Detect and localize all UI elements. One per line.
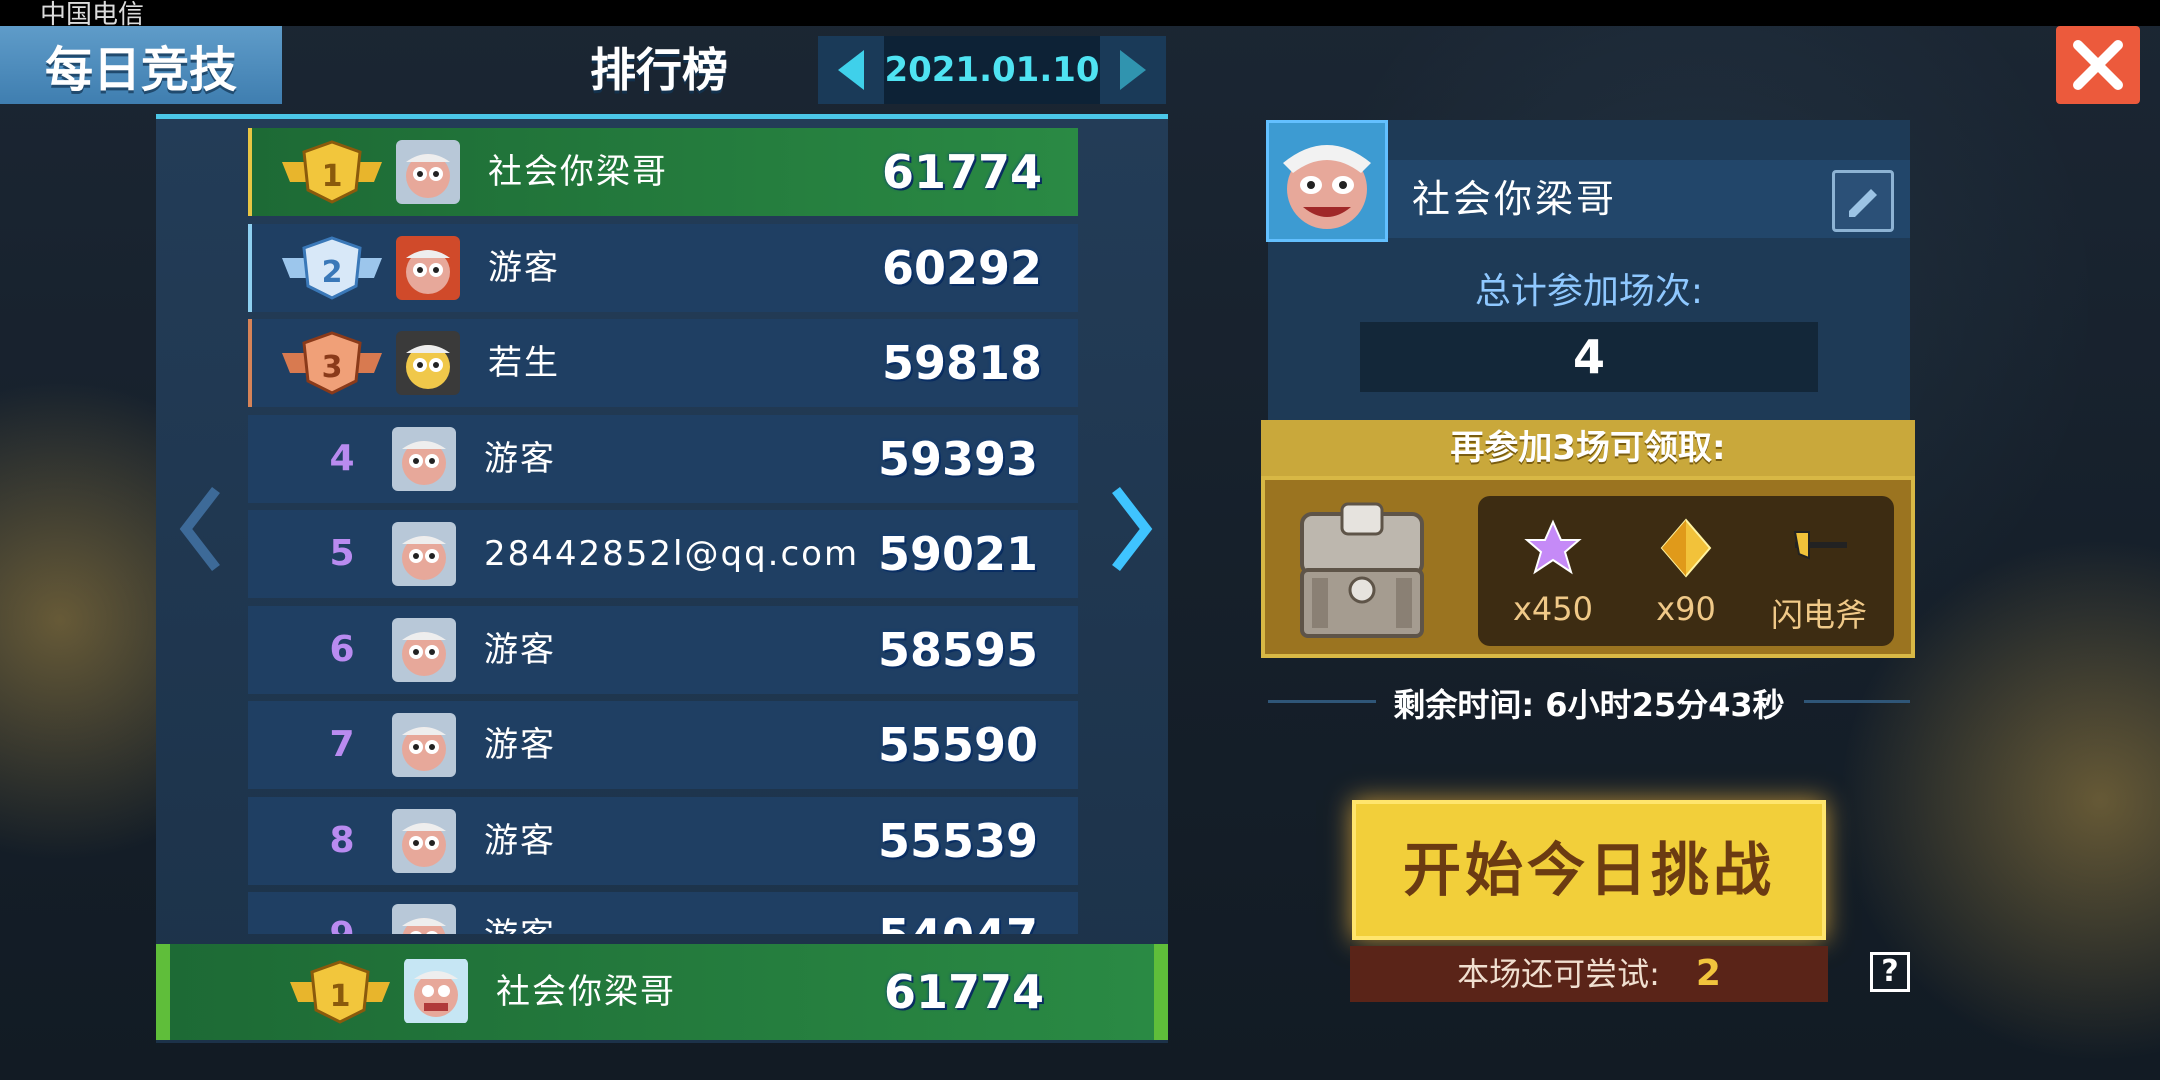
- treasure-chest-icon: [1300, 502, 1424, 638]
- player-score: 59393: [877, 431, 1038, 486]
- mode-tag: 每日竞技: [0, 26, 282, 104]
- bronze-medal-icon: 3: [282, 331, 382, 395]
- avatar: [396, 140, 460, 204]
- svg-text:2: 2: [322, 255, 343, 290]
- self-rank-row: 1 社会你梁哥 61774: [156, 944, 1168, 1040]
- profile-avatar: [1266, 120, 1388, 242]
- self-score: 61774: [883, 965, 1044, 1019]
- avatar: [392, 808, 456, 873]
- help-button[interactable]: ?: [1870, 952, 1910, 992]
- player-name: 游客: [484, 892, 556, 934]
- rank-number: 7: [329, 724, 355, 765]
- table-row[interactable]: 4 游客 59393: [248, 414, 1078, 503]
- svg-text:1: 1: [322, 159, 343, 194]
- svg-text:1: 1: [330, 979, 351, 1014]
- prev-page-arrow-icon[interactable]: [176, 484, 236, 574]
- table-row[interactable]: 2 游客 60292: [248, 223, 1078, 312]
- avatar: [396, 331, 460, 395]
- avatar: [392, 522, 456, 586]
- close-button[interactable]: [2056, 26, 2140, 104]
- remaining-time: 剩余时间: 6小时25分43秒: [1393, 686, 1785, 724]
- table-row[interactable]: 5 28442852l@qq.com 59021: [248, 510, 1078, 598]
- avatar: [396, 235, 460, 300]
- next-date-button[interactable]: [1100, 36, 1166, 104]
- self-player-name: 社会你梁哥: [496, 972, 676, 1012]
- rank-number: 6: [329, 628, 355, 670]
- table-row[interactable]: 3 若生 59818: [248, 319, 1078, 407]
- player-name: 若生: [488, 343, 560, 383]
- player-name: 游客: [488, 247, 560, 288]
- reward-item[interactable]: x90: [1621, 496, 1751, 646]
- player-score: 55539: [877, 813, 1038, 868]
- purple-star-icon: [1524, 519, 1582, 575]
- chevron-right-icon: [1120, 50, 1146, 90]
- date-navigator: 2021.01.10: [818, 36, 1166, 104]
- avatar: [392, 904, 456, 934]
- gold-crystal-icon: [1660, 518, 1712, 578]
- player-score: 58595: [877, 622, 1038, 677]
- avatar: [392, 617, 456, 682]
- gold-medal-icon: 1: [282, 140, 382, 204]
- silver-medal-icon: 2: [282, 235, 382, 300]
- avatar: [392, 713, 456, 777]
- svg-text:3: 3: [322, 350, 343, 385]
- player-score: 59021: [877, 527, 1038, 581]
- reward-items: x450 x90 闪电斧: [1478, 496, 1894, 646]
- player-name: 游客: [484, 438, 556, 479]
- start-challenge-button[interactable]: 开始今日挑战: [1352, 800, 1826, 940]
- page-title: 排行榜: [590, 43, 728, 97]
- rank-number: 9: [312, 892, 372, 934]
- table-row[interactable]: 9 游客 54047: [248, 892, 1078, 934]
- total-matches-label: 总计参加场次:: [1474, 271, 1704, 312]
- player-score: 59818: [881, 336, 1042, 390]
- leaderboard-list[interactable]: 1 社会你梁哥 61774 2 游客 60292 3 若生 59818 4 游客 59393 5 2844…: [248, 128, 1078, 934]
- player-name: 游客: [484, 820, 556, 861]
- total-matches-value: 4: [1360, 322, 1818, 392]
- pencil-icon: [1849, 189, 1877, 217]
- player-name: 社会你梁哥: [488, 152, 668, 192]
- gold-medal-icon: 1: [290, 960, 390, 1024]
- reward-item[interactable]: x450: [1488, 496, 1618, 646]
- rank-number: 5: [329, 533, 355, 574]
- player-score: 60292: [881, 240, 1042, 295]
- tries-value: 2: [1695, 953, 1721, 994]
- player-name: 游客: [484, 629, 556, 670]
- player-score: 54047: [878, 892, 1038, 934]
- close-icon: [2073, 40, 2123, 90]
- player-score: 61774: [881, 145, 1042, 199]
- player-score: 55590: [877, 718, 1038, 772]
- table-row[interactable]: 7 游客 55590: [248, 701, 1078, 789]
- avatar: [404, 958, 468, 1024]
- axe-icon: [1793, 531, 1847, 560]
- chevron-left-icon: [838, 50, 864, 90]
- reward-item[interactable]: 闪电斧: [1754, 496, 1884, 646]
- tries-label: 本场还可尝试:: [1457, 955, 1660, 993]
- rank-number: 8: [329, 819, 355, 861]
- reward-heading: 再参加3场可领取:: [1261, 420, 1915, 476]
- edit-name-button[interactable]: [1832, 170, 1894, 232]
- rank-number: 4: [329, 437, 355, 479]
- table-row[interactable]: 8 游客 55539: [248, 796, 1078, 885]
- status-bar: 中国电信: [0, 0, 2160, 30]
- profile-name: 社会你梁哥: [1412, 177, 1618, 221]
- tries-bar: 本场还可尝试: 2: [1350, 946, 1828, 1002]
- date-label: 2021.01.10: [884, 50, 1100, 90]
- avatar: [392, 426, 456, 491]
- prev-date-button[interactable]: [818, 36, 884, 104]
- table-row[interactable]: 1 社会你梁哥 61774: [248, 128, 1078, 216]
- next-page-arrow-icon[interactable]: [1102, 484, 1162, 574]
- player-name: 28442852l@qq.com: [484, 534, 860, 574]
- table-row[interactable]: 6 游客 58595: [248, 605, 1078, 694]
- player-name: 游客: [484, 725, 556, 765]
